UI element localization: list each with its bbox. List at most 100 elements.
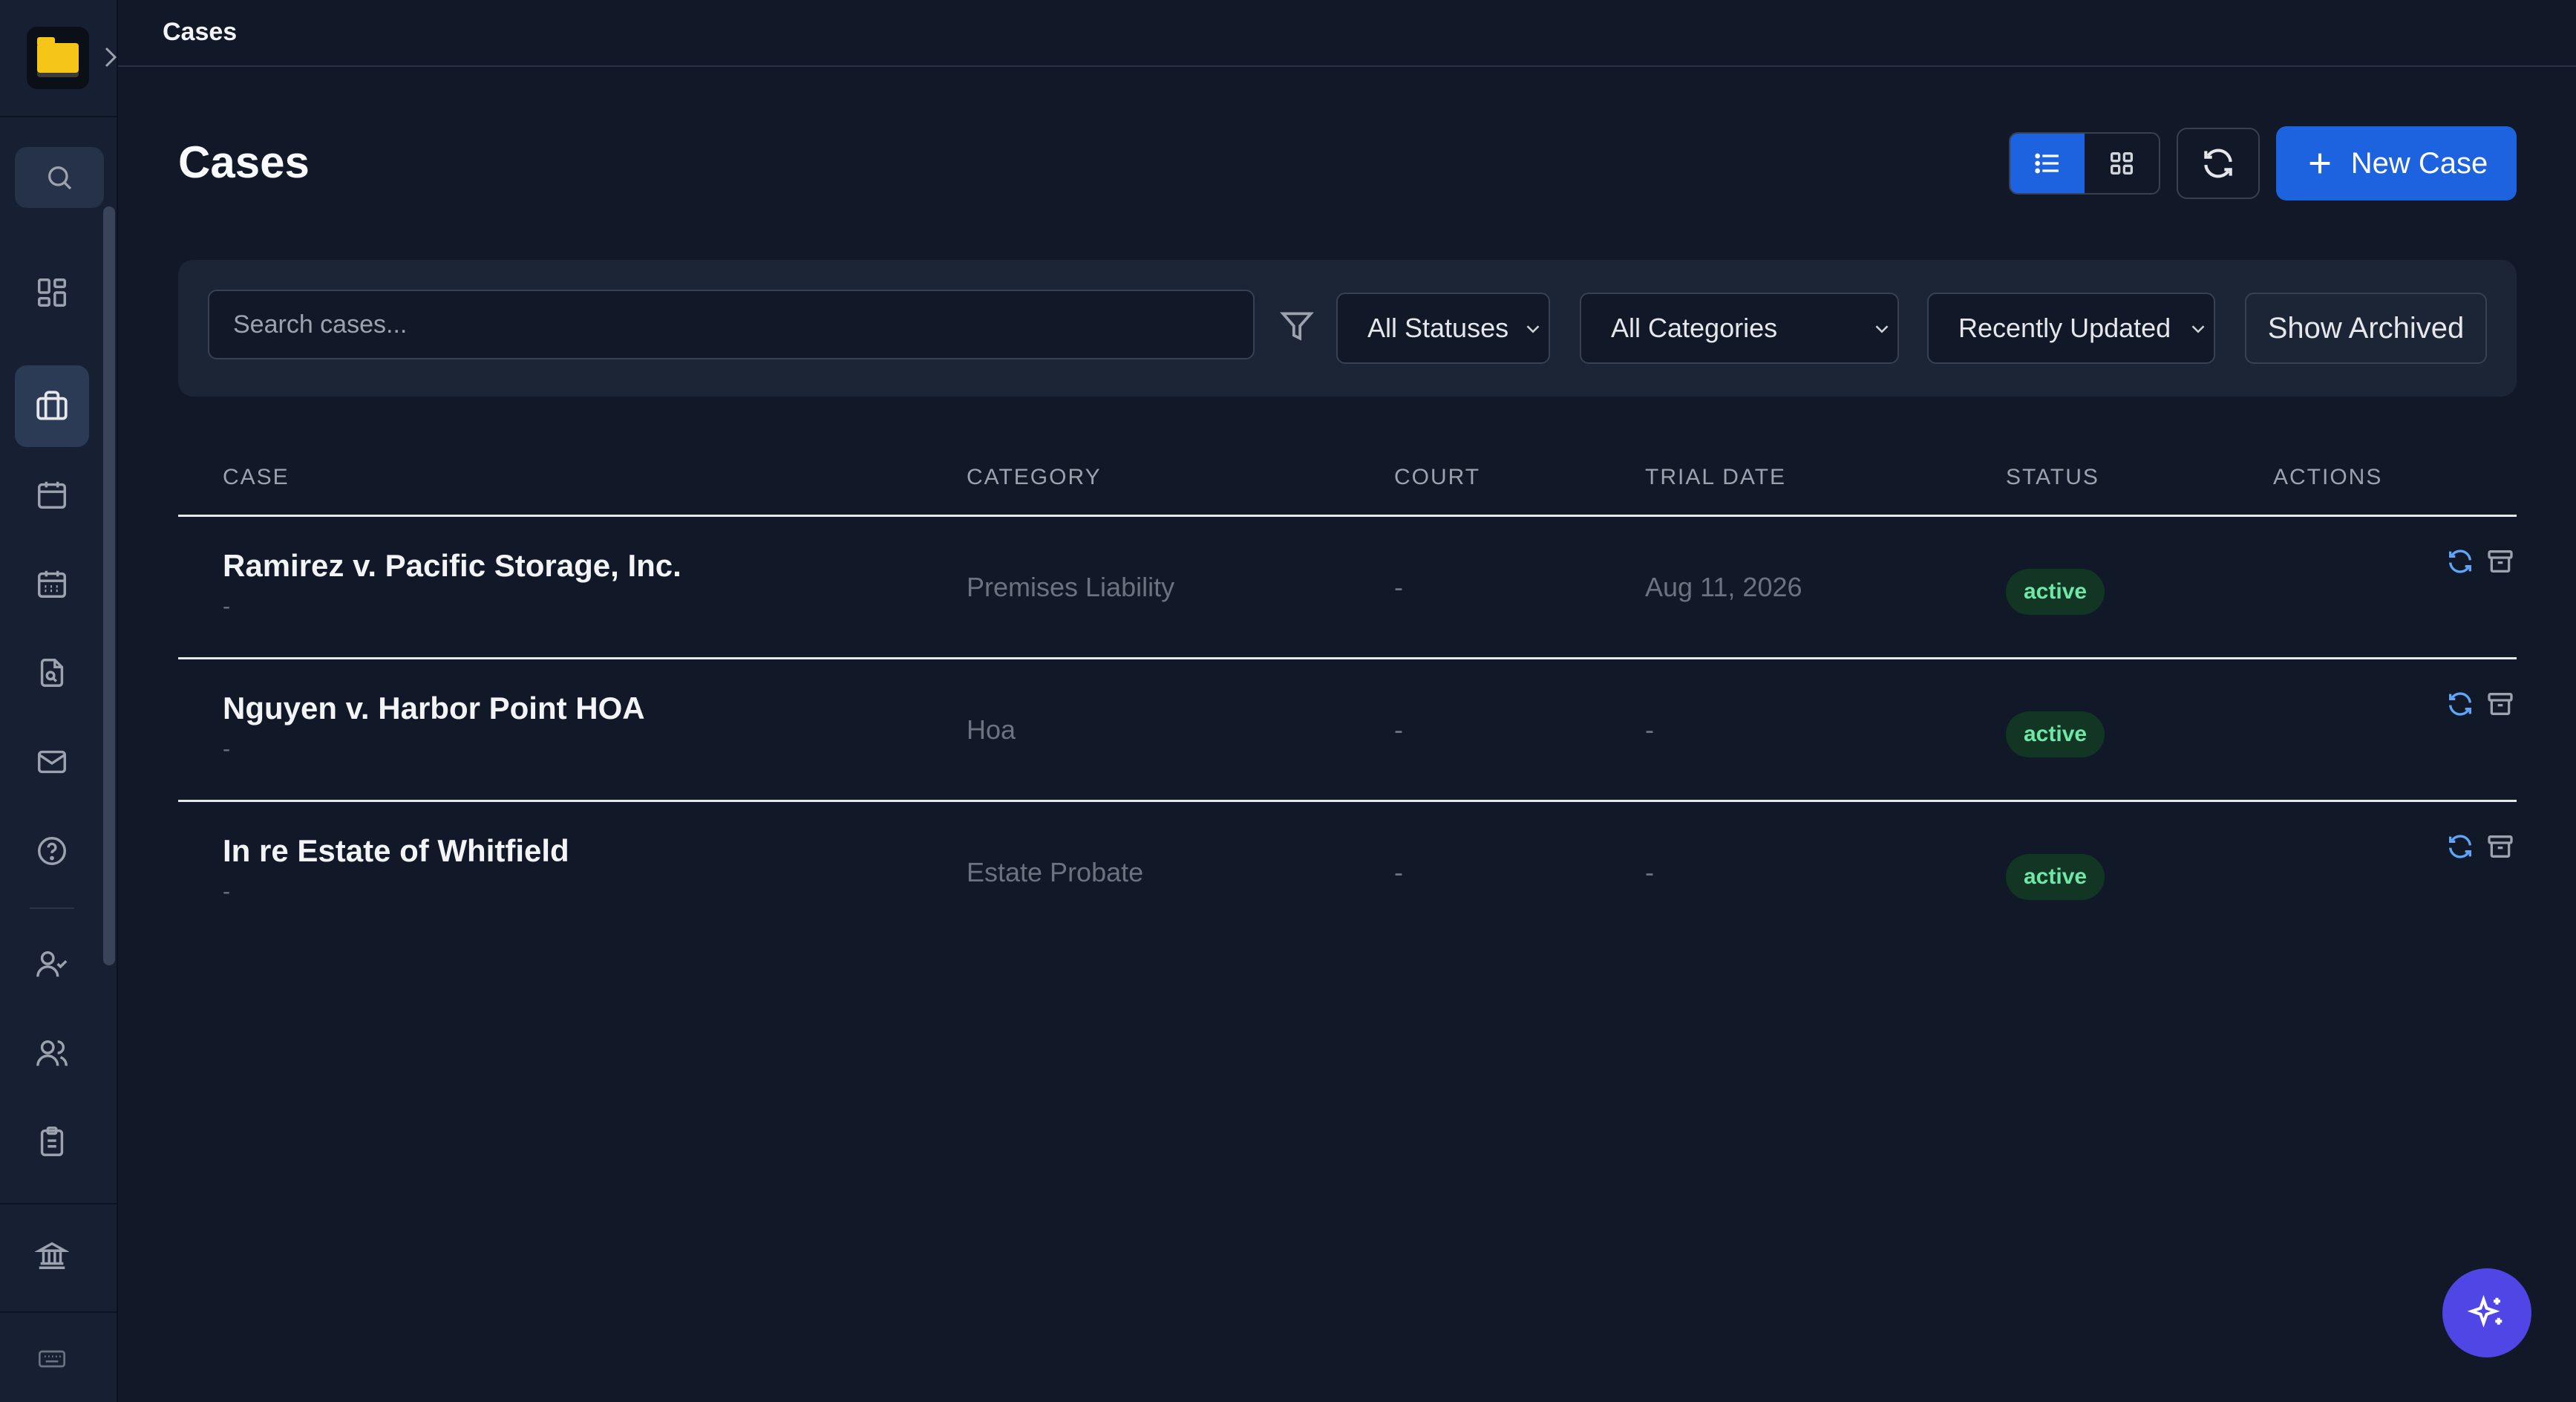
- case-category: Estate Probate: [967, 857, 1144, 887]
- list-view-button[interactable]: [2010, 134, 2085, 193]
- status-badge: active: [2006, 854, 2105, 900]
- case-subtitle: -: [223, 879, 230, 904]
- status-badge: active: [2006, 711, 2105, 757]
- sidebar-item-calendar[interactable]: [30, 472, 74, 517]
- filter-bar: All Statuses All Categories Recently Upd…: [178, 260, 2517, 397]
- chevron-down-icon: [2191, 325, 2205, 333]
- search-input[interactable]: [208, 290, 1255, 359]
- chevron-down-icon: [1526, 325, 1540, 333]
- plus-icon: [2309, 153, 2330, 174]
- column-header-trial-date[interactable]: TRIAL DATE: [1645, 465, 1786, 490]
- case-court: -: [1394, 857, 1403, 887]
- row-actions: [2445, 689, 2515, 719]
- user-check-icon: [36, 951, 68, 977]
- column-header-status[interactable]: STATUS: [2006, 465, 2099, 490]
- case-trial-date: -: [1645, 857, 1654, 887]
- sidebar-item-dashboard[interactable]: [30, 270, 74, 315]
- sidebar-divider: [0, 116, 118, 117]
- sidebar-divider: [0, 1311, 118, 1313]
- briefcase-icon: [36, 391, 68, 420]
- sidebar-item-tasks[interactable]: [30, 1120, 74, 1164]
- list-icon: [2035, 153, 2059, 174]
- mail-icon: [38, 750, 66, 774]
- cases-table: CASE CATEGORY COURT TRIAL DATE STATUS AC…: [178, 446, 2517, 945]
- row-actions: [2445, 547, 2515, 576]
- sparkles-icon: [2467, 1294, 2503, 1328]
- archive-icon[interactable]: [2485, 832, 2515, 861]
- dashboard-icon: [38, 278, 66, 307]
- case-name[interactable]: Ramirez v. Pacific Storage, Inc.: [223, 548, 681, 584]
- help-icon: [38, 837, 66, 865]
- sidebar: [0, 0, 118, 1402]
- case-category: Premises Liability: [967, 572, 1175, 602]
- sidebar-item-documents[interactable]: [30, 651, 74, 695]
- new-case-label: New Case: [2350, 146, 2488, 180]
- sidebar-item-clients[interactable]: [30, 942, 74, 986]
- filter-icon[interactable]: [1278, 307, 1315, 345]
- sidebar-divider: [30, 907, 74, 909]
- table-row[interactable]: In re Estate of Whitfield - Estate Proba…: [178, 802, 2517, 945]
- case-subtitle: -: [223, 737, 230, 761]
- status-select-value: All Statuses: [1367, 313, 1509, 343]
- expand-sidebar-chevron-icon[interactable]: [104, 46, 117, 68]
- search-icon: [48, 166, 72, 190]
- sync-icon[interactable]: [2445, 832, 2475, 861]
- document-search-icon: [40, 659, 64, 687]
- sidebar-scrollbar[interactable]: [103, 206, 115, 965]
- category-select-value: All Categories: [1611, 313, 1778, 343]
- sidebar-item-contacts[interactable]: [30, 1031, 74, 1075]
- column-header-category[interactable]: CATEGORY: [967, 465, 1102, 490]
- calendar-icon: [38, 481, 66, 509]
- sidebar-item-help[interactable]: [30, 829, 74, 873]
- sidebar-item-schedule[interactable]: [30, 561, 74, 606]
- table-header: CASE CATEGORY COURT TRIAL DATE STATUS AC…: [178, 446, 2517, 517]
- case-subtitle: -: [223, 594, 230, 619]
- folder-logo-icon: [37, 37, 79, 73]
- status-badge: active: [2006, 569, 2105, 615]
- case-trial-date: -: [1645, 714, 1654, 745]
- page-title: Cases: [178, 137, 310, 187]
- app-logo[interactable]: [27, 27, 89, 89]
- sort-select[interactable]: Recently Updated: [1927, 293, 2215, 364]
- case-court: -: [1394, 572, 1403, 602]
- sidebar-keyboard-shortcuts[interactable]: [30, 1337, 74, 1381]
- refresh-button[interactable]: [2177, 128, 2260, 199]
- view-toggle: [2009, 132, 2160, 195]
- case-trial-date: Aug 11, 2026: [1645, 572, 1802, 602]
- table-row[interactable]: Nguyen v. Harbor Point HOA - Hoa - - act…: [178, 659, 2517, 802]
- row-actions: [2445, 832, 2515, 861]
- users-icon: [36, 1040, 68, 1066]
- calendar-grid-icon: [38, 570, 66, 598]
- sync-icon[interactable]: [2445, 689, 2475, 719]
- column-header-court[interactable]: COURT: [1394, 465, 1480, 490]
- chevron-down-icon: [1875, 325, 1889, 333]
- status-select[interactable]: All Statuses: [1336, 293, 1550, 364]
- grid-icon: [2111, 152, 2133, 175]
- archive-icon[interactable]: [2485, 547, 2515, 576]
- sidebar-item-mail[interactable]: [30, 740, 74, 784]
- sidebar-item-courts[interactable]: [30, 1233, 74, 1277]
- sync-icon[interactable]: [2445, 547, 2475, 576]
- table-row[interactable]: Ramirez v. Pacific Storage, Inc. - Premi…: [178, 517, 2517, 659]
- keyboard-icon: [39, 1350, 65, 1368]
- sidebar-divider: [0, 1203, 118, 1204]
- sidebar-item-cases[interactable]: [15, 365, 89, 447]
- category-select[interactable]: All Categories: [1580, 293, 1899, 364]
- bank-icon: [35, 1242, 69, 1269]
- top-bar: Cases: [118, 0, 2576, 67]
- archive-icon[interactable]: [2485, 689, 2515, 719]
- clipboard-icon: [40, 1127, 64, 1156]
- column-header-case[interactable]: CASE: [223, 465, 290, 490]
- case-name[interactable]: In re Estate of Whitfield: [223, 833, 569, 869]
- case-name[interactable]: Nguyen v. Harbor Point HOA: [223, 691, 645, 726]
- sidebar-search-button[interactable]: [15, 147, 104, 208]
- show-archived-button[interactable]: Show Archived: [2245, 293, 2487, 364]
- sort-select-value: Recently Updated: [1958, 313, 2171, 343]
- ai-assistant-button[interactable]: [2442, 1268, 2531, 1357]
- refresh-icon: [2204, 149, 2232, 178]
- grid-view-button[interactable]: [2085, 134, 2159, 193]
- column-header-actions: ACTIONS: [2273, 465, 2383, 489]
- breadcrumb: Cases: [163, 18, 238, 46]
- new-case-button[interactable]: New Case: [2276, 126, 2517, 200]
- case-court: -: [1394, 714, 1403, 745]
